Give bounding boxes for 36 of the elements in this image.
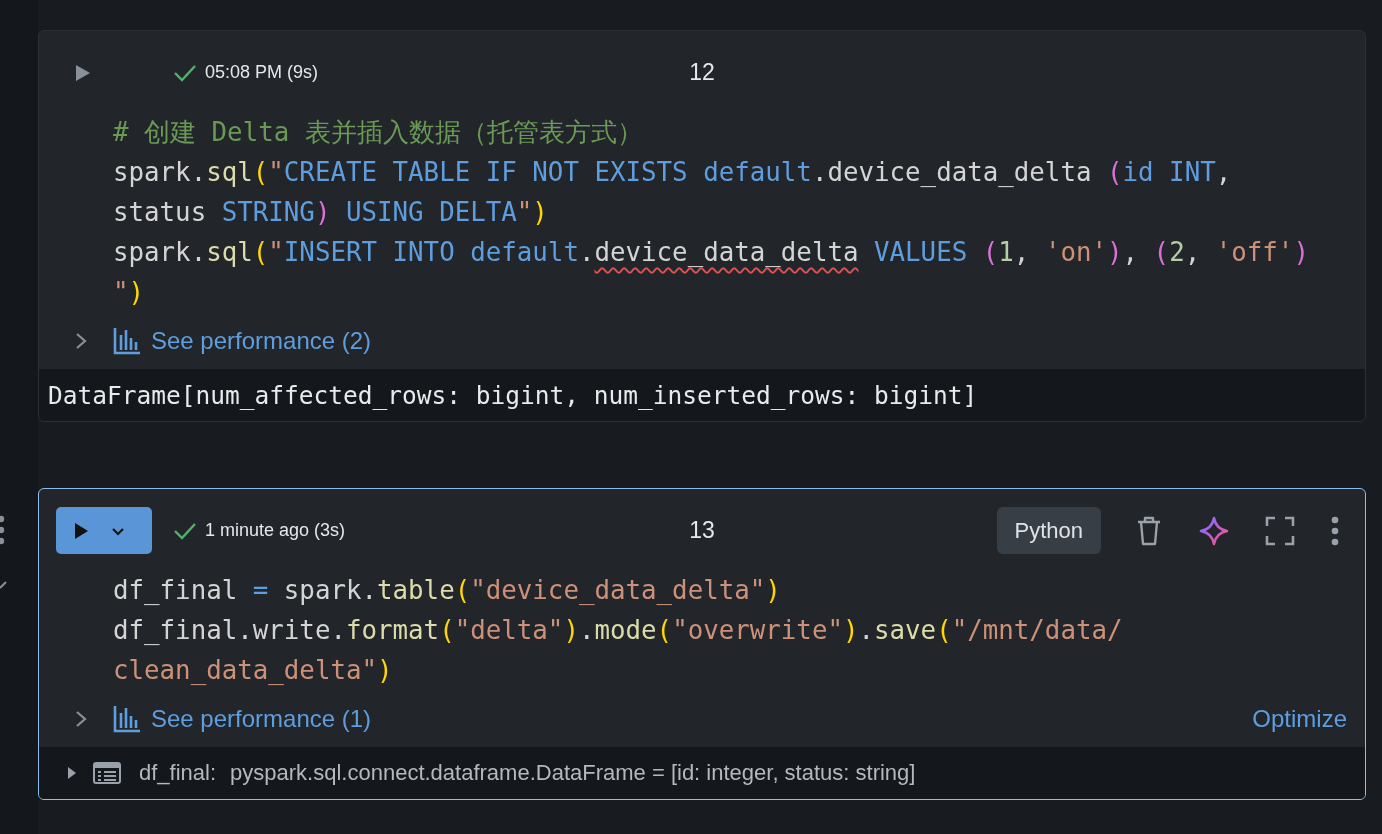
code-line: spark.sql("CREATE TABLE IF NOT EXISTS default.device_data_delta (id INT, [113, 156, 1233, 189]
play-icon [72, 521, 90, 540]
code-line: clean_data_delta") [113, 654, 394, 687]
optimize-link[interactable]: Optimize [1252, 705, 1347, 733]
variable-type: pyspark.sql.connect.dataframe.DataFrame = [id: integer, status: string] [230, 760, 916, 786]
cell-number: 13 [689, 517, 715, 544]
bar-chart-icon [113, 705, 141, 733]
code-line: status STRING) USING DELTA") [113, 196, 549, 229]
notebook-cell[interactable] [38, 30, 1366, 422]
expand-triangle-icon[interactable] [67, 766, 77, 780]
variable-name: df_final: [139, 760, 217, 786]
sparkle-icon[interactable] [1199, 515, 1229, 546]
drag-handle-icon[interactable] [0, 515, 6, 545]
run-status: 1 minute ago (3s) [205, 520, 346, 541]
language-button[interactable]: Python [996, 507, 1101, 554]
code-line: df_final.write.format("delta").mode("overwrite").save("/mnt/data/ [113, 614, 1124, 647]
see-performance-link[interactable]: See performance (2) [151, 327, 372, 355]
bar-chart-icon [113, 327, 141, 355]
output-text: DataFrame[num_affected_rows: bigint, num_inserted_rows: bigint] [48, 380, 978, 410]
code-line: # 创建 Delta 表并插入数据（托管表方式） [113, 116, 644, 149]
cell-number: 12 [689, 59, 715, 86]
chevron-icon[interactable] [75, 710, 87, 728]
run-status: 05:08 PM (9s) [205, 62, 319, 83]
code-line: df_final = spark.table("device_data_delta") [113, 574, 782, 607]
more-options-icon[interactable] [1331, 515, 1339, 546]
delete-icon[interactable] [1135, 514, 1163, 547]
table-icon [93, 762, 121, 784]
see-performance-link[interactable]: See performance (1) [151, 705, 372, 733]
fullscreen-icon[interactable] [1265, 515, 1295, 546]
chevron-icon[interactable] [75, 332, 87, 350]
run-button[interactable] [56, 507, 152, 554]
play-icon[interactable] [74, 62, 92, 83]
chevron-icon [0, 580, 7, 590]
notebook-cell[interactable] [38, 488, 1366, 800]
code-line: ") [113, 276, 146, 309]
code-line: spark.sql("INSERT INTO default.device_data_delta VALUES (1, 'on'), (2, 'off') [113, 236, 1310, 269]
